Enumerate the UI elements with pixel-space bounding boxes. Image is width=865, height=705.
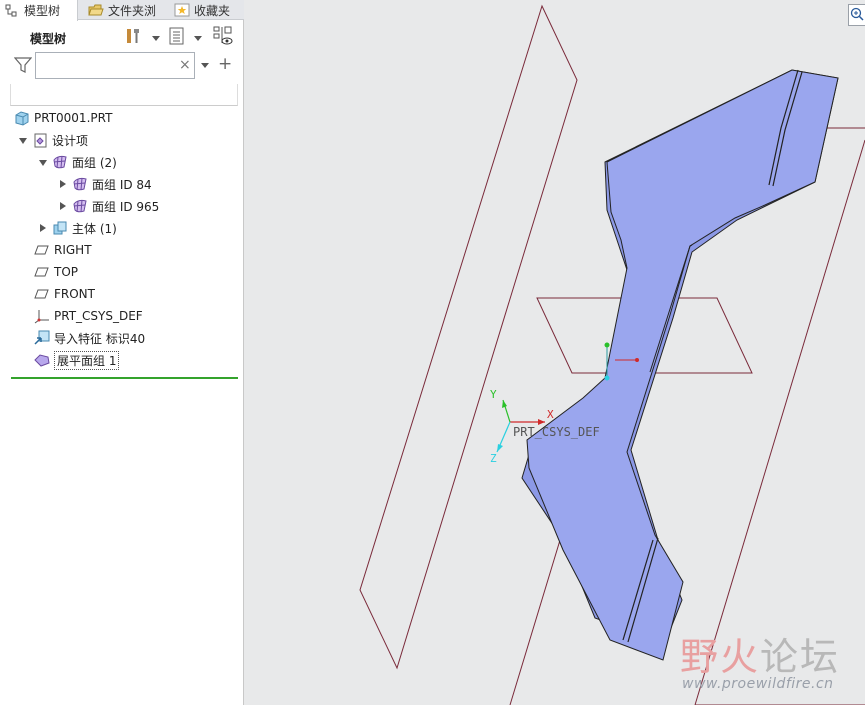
axis-z-label: Z	[490, 452, 497, 465]
tab-favorites-label: 收藏夹	[194, 3, 231, 18]
csys-label: PRT_CSYS_DEF	[513, 425, 600, 439]
tree-item-import-feature[interactable]: 导入特征 标识40	[34, 328, 145, 348]
axis-y-label: Y	[490, 388, 497, 401]
tree-item-label: FRONT	[54, 287, 95, 301]
filter-icon[interactable]	[13, 56, 33, 77]
chevron-down-icon[interactable]	[152, 36, 160, 41]
tree-item-label: 主体 (1)	[72, 221, 117, 236]
watermark-title-a: 野火	[680, 635, 761, 679]
datum-plane-icon	[34, 264, 50, 280]
expand-icon[interactable]	[58, 179, 68, 189]
tree-item-quilt-84[interactable]: 面组 ID 84	[58, 174, 152, 194]
settings-tools-button[interactable]	[123, 26, 145, 48]
tree-item-quilt-965[interactable]: 面组 ID 965	[58, 196, 159, 216]
coordinate-system-icon	[34, 308, 50, 324]
quilt-icon	[72, 198, 88, 214]
tree-item-label: 面组 ID 84	[92, 177, 152, 192]
filter-row: × +	[0, 52, 244, 80]
import-feature-icon	[34, 330, 50, 346]
tree-item-front[interactable]: FRONT	[34, 284, 95, 304]
tree-item-label: 面组 (2)	[72, 155, 117, 170]
graphics-viewport[interactable]: X Y Z PRT_CSYS_DEF	[245, 0, 865, 705]
close-icon[interactable]: ×	[179, 57, 191, 73]
tree-toolbar: 模型树	[0, 22, 244, 50]
model-tree-title: 模型树	[30, 32, 67, 46]
design-items-icon	[32, 132, 48, 148]
tree-item-body[interactable]: 主体 (1)	[38, 218, 117, 238]
tab-favorites[interactable]: 收藏夹	[170, 0, 244, 20]
tree-item-label: 设计项	[52, 133, 89, 148]
tab-model-tree[interactable]: 模型树	[0, 0, 78, 21]
tree-item-csys[interactable]: PRT_CSYS_DEF	[34, 306, 143, 326]
document-list-icon	[167, 26, 187, 49]
chevron-down-icon[interactable]	[194, 36, 202, 41]
expand-icon[interactable]	[38, 223, 48, 233]
watermark-title-b: 论坛	[760, 635, 841, 679]
tree-item-top[interactable]: TOP	[34, 262, 78, 282]
chevron-down-icon[interactable]	[201, 63, 209, 68]
datum-plane-icon	[34, 242, 50, 258]
search-input[interactable]	[35, 52, 195, 79]
folder-icon	[88, 3, 104, 17]
watermark-url: www.proewildfire.cn	[682, 676, 834, 692]
watermark-title: 野火论坛	[680, 626, 840, 681]
forum-watermark: 野火论坛 www.proewildfire.cn	[680, 626, 860, 701]
tab-folder-browser-label: 文件夹浏	[108, 3, 157, 18]
quilt-icon	[52, 154, 68, 170]
flatten-quilt-icon	[34, 352, 50, 368]
star-icon	[174, 3, 190, 17]
tree-icon	[4, 4, 20, 18]
magnifier-plus-icon	[850, 7, 864, 24]
quilt-icon	[72, 176, 88, 192]
tab-folder-browser[interactable]: 文件夹浏	[84, 0, 162, 20]
body-icon	[52, 220, 68, 236]
datum-plane-left[interactable]	[359, 4, 578, 670]
tree-item-label: PRT_CSYS_DEF	[54, 309, 143, 323]
tree-item-label: 导入特征 标识40	[54, 331, 146, 346]
tree-item-label: PRT0001.PRT	[34, 111, 113, 125]
tree-item-label: 面组 ID 965	[92, 199, 160, 214]
expand-icon[interactable]	[18, 135, 28, 145]
add-icon[interactable]: +	[218, 54, 232, 74]
tree-header-row	[10, 84, 238, 106]
tree-item-right[interactable]: RIGHT	[34, 240, 92, 260]
tree-item-quilt-group[interactable]: 面组 (2)	[38, 152, 117, 172]
expand-icon[interactable]	[58, 201, 68, 211]
tree-item-label: RIGHT	[54, 243, 92, 257]
datum-plane-icon	[34, 286, 50, 302]
tree-visibility-icon	[212, 25, 234, 50]
tree-item-design-items[interactable]: 设计项	[18, 130, 88, 150]
tree-item-label: TOP	[54, 265, 79, 279]
visibility-filter-button[interactable]	[212, 26, 234, 48]
zoom-in-button[interactable]	[848, 4, 865, 26]
flattened-surface-front	[526, 69, 839, 661]
tree-item-root[interactable]: PRT0001.PRT	[14, 108, 112, 128]
show-options-button[interactable]	[166, 26, 188, 48]
panel-tabbar: 模型树 文件夹浏 收藏夹	[0, 0, 244, 21]
axis-x-label: X	[547, 408, 554, 421]
insert-here-marker[interactable]	[11, 377, 238, 379]
part-icon	[14, 110, 30, 126]
tree-item-flatten-quilt[interactable]: 展平面组 1	[34, 350, 120, 370]
expand-icon[interactable]	[38, 157, 48, 167]
tools-icon	[124, 26, 144, 49]
model-tree-panel: 模型树 文件夹浏 收藏夹 模型树 × + PRT0001.PRT 设计项 面组 …	[0, 0, 244, 705]
model-graphics: X Y Z PRT_CSYS_DEF	[359, 4, 865, 705]
tree-item-label: 展平面组 1	[54, 350, 120, 370]
tab-model-tree-label: 模型树	[24, 4, 61, 18]
